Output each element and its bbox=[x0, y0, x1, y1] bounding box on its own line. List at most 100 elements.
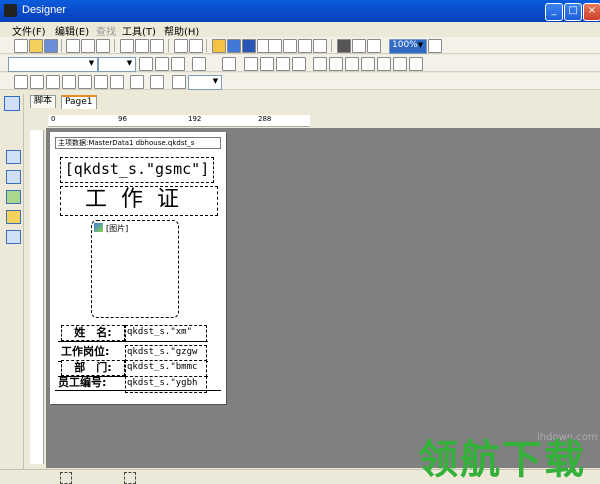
watermark-logo: 领航下载 bbox=[418, 437, 586, 483]
new-icon[interactable] bbox=[14, 39, 28, 53]
shadow-icon[interactable] bbox=[110, 75, 124, 89]
save-icon[interactable] bbox=[44, 39, 58, 53]
toolbar-separator bbox=[168, 39, 169, 52]
picture-icon bbox=[94, 223, 103, 232]
subreport-object-icon[interactable] bbox=[6, 210, 21, 224]
title-text[interactable]: 工作证 bbox=[60, 186, 218, 216]
justify-icon[interactable] bbox=[292, 57, 306, 71]
add-page-icon[interactable] bbox=[283, 39, 297, 53]
chevron-down-icon: ▼ bbox=[417, 41, 424, 49]
align-right-icon[interactable] bbox=[276, 57, 290, 71]
frame-bottom-icon[interactable] bbox=[30, 75, 44, 89]
redo-icon[interactable] bbox=[189, 39, 203, 53]
label-department[interactable]: 部 门: bbox=[61, 360, 125, 376]
position-icon bbox=[60, 472, 72, 484]
font-name-select[interactable]: ▼ bbox=[8, 57, 98, 72]
band-object-icon[interactable] bbox=[6, 170, 21, 184]
select-tool-icon[interactable] bbox=[4, 96, 20, 111]
font-size-select[interactable]: ▼ bbox=[98, 57, 136, 72]
valign-bottom-icon[interactable] bbox=[345, 57, 359, 71]
valign-top-icon[interactable] bbox=[313, 57, 327, 71]
chevron-down-icon: ▼ bbox=[212, 77, 219, 85]
horizontal-ruler: 0 96 192 288 bbox=[48, 115, 310, 127]
hand-tool-icon[interactable] bbox=[6, 114, 19, 126]
label-name[interactable]: 姓 名: bbox=[61, 325, 125, 341]
preview-icon[interactable] bbox=[81, 39, 95, 53]
zoom-select[interactable]: 100% ▼ bbox=[389, 39, 427, 54]
text-object-icon[interactable] bbox=[6, 150, 21, 164]
align-left-icon[interactable] bbox=[244, 57, 258, 71]
window-title: Designer bbox=[22, 4, 67, 16]
print-icon[interactable] bbox=[66, 39, 80, 53]
label-employee-id[interactable]: 员工编号: bbox=[58, 376, 124, 390]
maximize-button[interactable]: □ bbox=[564, 3, 582, 21]
toolbar-separator bbox=[331, 39, 332, 52]
menu-tools[interactable]: 工具(T) bbox=[122, 23, 156, 38]
company-name-field[interactable]: [qkdst_s."gsmc"] bbox=[60, 157, 214, 183]
cut-icon[interactable] bbox=[120, 39, 134, 53]
frame-all-icon[interactable] bbox=[78, 75, 92, 89]
ruler-tick: 288 bbox=[258, 115, 272, 123]
delete-page-icon[interactable] bbox=[298, 39, 312, 53]
valign-middle-icon[interactable] bbox=[329, 57, 343, 71]
group-icon[interactable] bbox=[242, 39, 256, 53]
show-grid-icon[interactable] bbox=[367, 39, 381, 53]
barcode-object-icon[interactable] bbox=[6, 230, 21, 244]
app-icon bbox=[4, 4, 17, 17]
frame-color-icon[interactable] bbox=[150, 75, 164, 89]
highlight-cond-icon[interactable] bbox=[377, 57, 391, 71]
frame-none-icon[interactable] bbox=[94, 75, 108, 89]
zoom-tool-icon[interactable] bbox=[6, 128, 19, 140]
border-toolbar: ▼ bbox=[0, 73, 600, 90]
exit-icon[interactable] bbox=[428, 39, 442, 53]
frame-right-icon[interactable] bbox=[62, 75, 76, 89]
format-toolbar: ▼ ▼ bbox=[0, 55, 600, 72]
tab-script[interactable]: 脚本 bbox=[30, 95, 57, 108]
bold-icon[interactable] bbox=[139, 57, 153, 71]
fill-color-icon[interactable] bbox=[130, 75, 144, 89]
frame-left-icon[interactable] bbox=[46, 75, 60, 89]
snap-grid-icon[interactable] bbox=[352, 39, 366, 53]
grid-icon[interactable] bbox=[337, 39, 351, 53]
value-department[interactable]: qkdst_s."bmmc bbox=[125, 360, 207, 377]
frame-width-select[interactable]: ▼ bbox=[188, 75, 222, 90]
menu-help[interactable]: 帮助(H) bbox=[164, 23, 199, 38]
page-setup-icon[interactable] bbox=[96, 39, 110, 53]
bring-front-icon[interactable] bbox=[212, 39, 226, 53]
value-name[interactable]: qkdst_s."xm" bbox=[125, 325, 207, 342]
underline-icon[interactable] bbox=[171, 57, 185, 71]
format-icon[interactable] bbox=[409, 57, 423, 71]
copy-icon[interactable] bbox=[135, 39, 149, 53]
frame-top-icon[interactable] bbox=[14, 75, 28, 89]
minimize-button[interactable]: _ bbox=[545, 3, 563, 21]
italic-icon[interactable] bbox=[155, 57, 169, 71]
page-settings-icon[interactable] bbox=[313, 39, 327, 53]
rotate-icon[interactable] bbox=[361, 57, 375, 71]
photo-placeholder[interactable]: [图片] bbox=[91, 220, 179, 318]
tab-page1[interactable]: Page1 bbox=[61, 95, 97, 109]
paste-icon[interactable] bbox=[150, 39, 164, 53]
open-icon[interactable] bbox=[29, 39, 43, 53]
toolbar-separator bbox=[114, 39, 115, 52]
menu-edit[interactable]: 编辑(E) bbox=[55, 23, 89, 38]
master-data-band-header[interactable]: 主项数据:MasterData1 dbhouse.qkdst_s bbox=[55, 137, 221, 149]
insert-page-icon[interactable] bbox=[268, 39, 282, 53]
font-color-icon[interactable] bbox=[192, 57, 206, 71]
frame-style-icon[interactable] bbox=[172, 75, 186, 89]
size-icon bbox=[124, 472, 136, 484]
close-button[interactable]: × bbox=[583, 3, 600, 21]
align-center-icon[interactable] bbox=[260, 57, 274, 71]
send-back-icon[interactable] bbox=[227, 39, 241, 53]
undo-icon[interactable] bbox=[174, 39, 188, 53]
toolbar-separator bbox=[206, 39, 207, 52]
label-position[interactable]: 工作岗位: bbox=[61, 345, 123, 359]
vertical-ruler bbox=[30, 130, 44, 464]
chevron-down-icon: ▼ bbox=[126, 59, 133, 67]
menu-file[interactable]: 文件(F) bbox=[12, 23, 46, 38]
highlight-icon[interactable] bbox=[222, 57, 236, 71]
menu-find[interactable]: 查找 bbox=[96, 23, 116, 38]
picture-object-icon[interactable] bbox=[6, 190, 21, 204]
menu-bar: 文件(F) 编辑(E) 查找 工具(T) 帮助(H) bbox=[0, 22, 600, 38]
function-icon[interactable] bbox=[393, 57, 407, 71]
component-toolbox bbox=[0, 94, 24, 469]
